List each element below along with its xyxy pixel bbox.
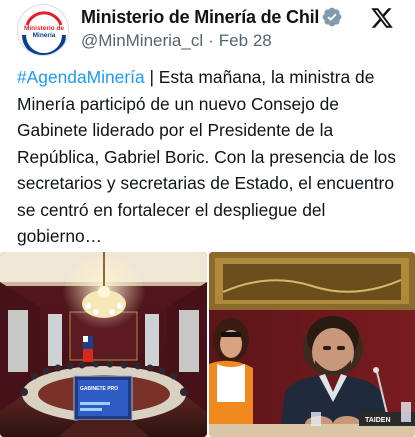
logo-text-line1: Ministerio de: [24, 25, 64, 32]
photo-cabinet-room[interactable]: GABINETE PRO: [0, 252, 207, 437]
display-name-row: Ministerio de Minería de Chil: [81, 6, 343, 28]
hashtag-link[interactable]: #AgendaMinería: [17, 67, 145, 87]
nameplate-text: TAIDEN: [365, 417, 391, 424]
x-logo-icon[interactable]: [370, 6, 394, 30]
tweet-date[interactable]: Feb 28: [219, 31, 272, 51]
photo-speaker[interactable]: TAIDEN: [209, 252, 415, 437]
display-name[interactable]: Ministerio de Minería de Chil: [81, 7, 319, 28]
avatar[interactable]: Ministerio de Minería: [17, 4, 69, 56]
logo-text-line2: Minería: [33, 32, 56, 39]
tweet-text: #AgendaMinería | Esta mañana, la ministr…: [17, 64, 412, 250]
speaker-portrait-image: TAIDEN: [209, 252, 415, 437]
tweet-body: | Esta mañana, la ministra de Minería pa…: [17, 67, 396, 246]
handle-date-row: @MinMineria_cl · Feb 28: [81, 31, 272, 51]
screen-text: GABINETE PRO: [80, 386, 118, 392]
tweet-header: Ministerio de Minería Ministerio de Mine…: [0, 0, 415, 60]
cabinet-room-image: GABINETE PRO: [0, 252, 207, 437]
separator-dot: ·: [208, 31, 214, 50]
media-grid: GABINETE PRO TAIDEN: [0, 252, 415, 437]
verified-badge-icon: [322, 7, 342, 27]
handle[interactable]: @MinMineria_cl: [81, 31, 203, 51]
ministry-logo: Ministerio de Minería: [19, 6, 68, 55]
